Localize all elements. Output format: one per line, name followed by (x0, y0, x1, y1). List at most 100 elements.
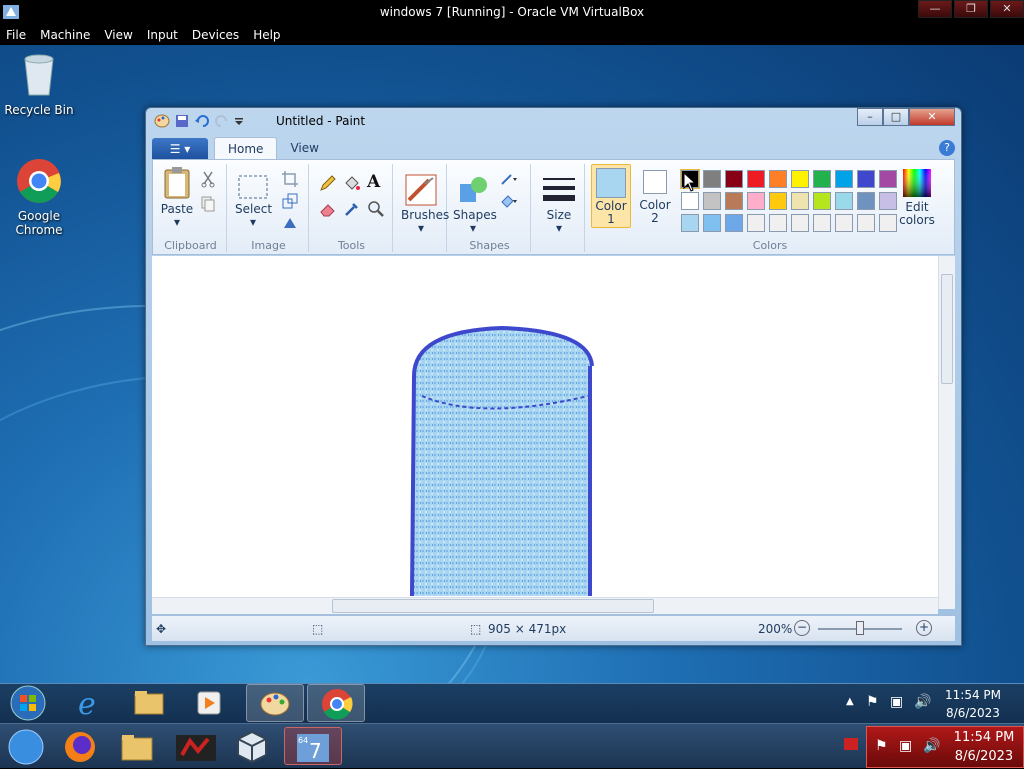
taskbar-chrome[interactable] (307, 684, 365, 722)
outline-icon[interactable] (499, 170, 517, 188)
customize-qat-icon[interactable] (234, 114, 244, 128)
palette-swatch[interactable] (769, 192, 787, 210)
drawing-canvas[interactable] (152, 256, 938, 597)
close-button[interactable]: ✕ (990, 0, 1024, 18)
vertical-scroll-thumb[interactable] (941, 274, 953, 384)
palette-swatch[interactable] (747, 170, 765, 188)
palette-swatch[interactable] (857, 214, 875, 232)
palette-swatch[interactable] (681, 214, 699, 232)
guest-clock[interactable]: 11:54 PM 8/6/2023 (938, 686, 1008, 722)
vertical-scrollbar[interactable] (938, 256, 955, 609)
network-icon[interactable]: ▣ (890, 694, 903, 710)
desktop-icon-chrome[interactable]: Google Chrome (1, 157, 77, 237)
restore-button[interactable]: ❐ (954, 0, 988, 18)
zoom-in-button[interactable]: + (916, 620, 932, 636)
edit-colors-button[interactable]: Edit colors (895, 168, 939, 227)
menu-view[interactable]: View (104, 28, 132, 42)
menu-file[interactable]: File (6, 28, 26, 42)
palette-swatch[interactable] (835, 192, 853, 210)
redo-icon[interactable] (214, 114, 230, 128)
host-network-icon[interactable]: ▣ (899, 738, 912, 754)
taskbar-media-player[interactable] (180, 684, 238, 722)
horizontal-scrollbar[interactable] (152, 597, 938, 614)
palette-swatch[interactable] (813, 170, 831, 188)
host-volume-icon[interactable]: 🔊 (923, 738, 940, 754)
palette-swatch[interactable] (725, 214, 743, 232)
paint-menu-button[interactable]: ☰ ▾ (152, 138, 208, 160)
palette-swatch[interactable] (813, 214, 831, 232)
paint-maximize-button[interactable]: □ (883, 108, 909, 126)
host-taskbar-files[interactable] (110, 727, 168, 765)
crop-icon[interactable] (281, 170, 299, 188)
menu-machine[interactable]: Machine (40, 28, 90, 42)
host-taskbar-win7-vm[interactable]: 7 64 (284, 727, 342, 765)
volume-icon[interactable]: 🔊 (914, 694, 931, 710)
show-hidden-icons-button[interactable]: ▲ (846, 696, 854, 707)
menu-input[interactable]: Input (147, 28, 178, 42)
host-taskbar-virtualbox[interactable] (226, 727, 284, 765)
host-taskbar-firefox[interactable] (52, 727, 110, 765)
palette-swatch[interactable] (703, 192, 721, 210)
text-tool-icon[interactable]: A (367, 172, 385, 192)
select-button[interactable]: Select ▾ (235, 174, 272, 229)
color-picker-icon[interactable] (343, 200, 361, 218)
rotate-icon[interactable] (281, 214, 299, 232)
zoom-slider-thumb[interactable] (856, 621, 864, 635)
palette-swatch[interactable] (835, 214, 853, 232)
undo-icon[interactable] (194, 114, 210, 128)
palette-swatch[interactable] (813, 192, 831, 210)
help-icon[interactable]: ? (939, 140, 955, 156)
paint-window[interactable]: Untitled - Paint – □ ✕ ☰ ▾ Home View ? P… (145, 107, 962, 646)
palette-swatch[interactable] (791, 214, 809, 232)
palette-swatch[interactable] (769, 170, 787, 188)
host-taskbar-game[interactable] (168, 727, 226, 765)
host-start-button[interactable] (0, 727, 58, 765)
palette-swatch[interactable] (725, 192, 743, 210)
copy-icon[interactable] (199, 194, 217, 212)
color2-button[interactable]: Color 2 (635, 164, 675, 228)
taskbar-internet-explorer[interactable]: e (60, 684, 118, 722)
fill-icon[interactable] (343, 174, 361, 192)
taskbar-paint[interactable] (246, 684, 304, 722)
tab-view[interactable]: View (277, 137, 331, 160)
resize-icon[interactable] (281, 192, 299, 210)
minimize-button[interactable]: — (918, 0, 952, 18)
paint-close-button[interactable]: ✕ (909, 108, 955, 126)
palette-swatch[interactable] (791, 192, 809, 210)
shape-fill-icon[interactable] (499, 192, 517, 210)
host-notification-icon[interactable] (844, 738, 858, 750)
horizontal-scroll-thumb[interactable] (332, 599, 654, 613)
action-center-icon[interactable]: ⚑ (866, 694, 879, 710)
palette-swatch[interactable] (681, 192, 699, 210)
start-button[interactable] (0, 684, 58, 722)
canvas-viewport[interactable] (152, 256, 955, 609)
taskbar-explorer[interactable] (120, 684, 178, 722)
size-button[interactable]: Size ▾ (539, 174, 579, 235)
paste-button[interactable]: Paste ▾ (159, 166, 195, 229)
brushes-button[interactable]: Brushes ▾ (401, 174, 449, 235)
zoom-out-button[interactable]: − (794, 620, 810, 636)
menu-devices[interactable]: Devices (192, 28, 239, 42)
cut-icon[interactable] (199, 170, 217, 188)
paint-minimize-button[interactable]: – (857, 108, 883, 126)
menu-help[interactable]: Help (253, 28, 280, 42)
palette-swatch[interactable] (791, 170, 809, 188)
host-clock[interactable]: 11:54 PM 8/6/2023 (947, 728, 1021, 766)
desktop-icon-recycle-bin[interactable]: Recycle Bin (1, 51, 77, 117)
desktop[interactable]: Recycle Bin Google Chrome Untitled - Pai… (0, 45, 1024, 683)
palette-swatch[interactable] (703, 214, 721, 232)
palette-swatch[interactable] (835, 170, 853, 188)
paint-titlebar[interactable]: Untitled - Paint – □ ✕ (146, 108, 961, 134)
color1-button[interactable]: Color 1 (591, 164, 631, 228)
palette-swatch[interactable] (857, 170, 875, 188)
palette-swatch[interactable] (857, 192, 875, 210)
shapes-button[interactable]: Shapes ▾ (453, 174, 497, 235)
host-action-center-icon[interactable]: ⚑ (875, 738, 888, 754)
palette-swatch[interactable] (747, 214, 765, 232)
palette-swatch[interactable] (725, 170, 743, 188)
palette-swatch[interactable] (703, 170, 721, 188)
palette-swatch[interactable] (769, 214, 787, 232)
palette-swatch[interactable] (747, 192, 765, 210)
pencil-icon[interactable] (319, 174, 337, 192)
tab-home[interactable]: Home (214, 137, 278, 160)
